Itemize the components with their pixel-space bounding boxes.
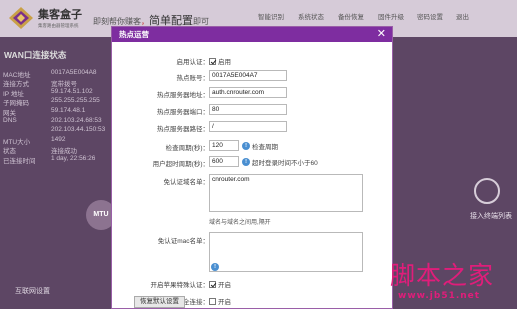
- nav-backup-restore[interactable]: 备份恢复: [338, 11, 364, 21]
- nav-password-settings[interactable]: 密码设置: [417, 11, 443, 21]
- nav-firmware-upgrade[interactable]: 固件升级: [378, 11, 404, 21]
- whitelist-domain-textarea[interactable]: cnrouter.com: [209, 174, 363, 212]
- watermark-text: 脚本之家: [390, 261, 495, 290]
- wan-row: DNS 202.103.24.68:53: [3, 117, 102, 124]
- ssl-text: 开启: [218, 299, 231, 306]
- enable-auth-label: 启用认证：: [176, 59, 210, 66]
- slogan-tail: 即可: [193, 17, 209, 26]
- enable-auth-checkbox[interactable]: [209, 57, 216, 65]
- wan-row: 连接方式 宽带拨号: [3, 81, 77, 88]
- apple-auth-checkbox[interactable]: [209, 280, 216, 288]
- server-path-label: 热点服务器路径：: [157, 126, 209, 133]
- whitelist-mac-label: 免认证mac名单：: [157, 238, 209, 245]
- nav-smart-detect[interactable]: 智能识别: [258, 11, 284, 21]
- info-icon: !: [242, 142, 250, 150]
- whitelist-domain-label: 免认证域名单：: [163, 179, 210, 186]
- whitelist-domain-note: 域名与域名之间用,隔开: [209, 220, 271, 226]
- wan-row: 网关 59.174.48.1: [3, 107, 86, 117]
- info-icon: !: [211, 263, 219, 271]
- timeout-input[interactable]: [209, 156, 239, 167]
- watermark-url: www.jb51.net: [398, 291, 481, 301]
- timeout-hint: 超时登录时间不小于60: [251, 160, 318, 167]
- reset-defaults-button[interactable]: 恢复默认设置: [134, 296, 185, 308]
- info-icon: !: [242, 158, 250, 166]
- wan-row: 状态 连接成功: [3, 148, 77, 155]
- check-period-label: 检查周期(秒)：: [165, 145, 209, 152]
- apple-auth-label: 开启苹果特殊认证：: [150, 282, 210, 289]
- nav-system-status[interactable]: 系统状态: [298, 11, 324, 21]
- server-address-label: 热点服务器地址：: [157, 92, 209, 99]
- server-address-input[interactable]: [209, 87, 287, 98]
- slogan-highlight: ，: [141, 17, 149, 26]
- wan-row: 子网掩码 255.255.255.255: [3, 97, 100, 107]
- timeout-label: 用户超时周期(秒)：: [152, 161, 209, 168]
- dialog-header: 热点运营 ✕: [112, 27, 392, 42]
- ssl-checkbox[interactable]: [209, 297, 216, 305]
- nav-logout[interactable]: 退出: [456, 11, 469, 21]
- logo-name: 集客盒子: [38, 9, 82, 21]
- check-period-input[interactable]: [209, 140, 239, 151]
- enable-auth-text: 启用: [218, 59, 231, 66]
- wan-status-title: WAN口连接状态: [4, 50, 67, 60]
- hotspot-id-input[interactable]: [209, 70, 287, 81]
- server-port-label: 热点服务器端口：: [157, 109, 209, 116]
- device-list-label[interactable]: 接入终端列表: [470, 211, 512, 221]
- wan-row: 已连接时间 1 day, 22:56:26: [3, 155, 96, 165]
- server-port-input[interactable]: [209, 104, 287, 115]
- whitelist-mac-textarea[interactable]: [209, 232, 363, 272]
- check-period-hint: 检查周期: [251, 144, 278, 151]
- hotspot-id-label: 热点账号：: [176, 75, 210, 82]
- logo-subtitle: 集客路由器管理系统: [38, 23, 79, 28]
- apple-auth-text: 开启: [218, 282, 231, 289]
- hotspot-dialog: 热点运营 ✕ 启用认证： 启用 热点账号： 热点服务器地址： 热点服务器端口： …: [111, 26, 393, 309]
- close-icon[interactable]: ✕: [377, 27, 386, 42]
- dialog-title: 热点运营: [119, 30, 149, 39]
- device-list-icon[interactable]: [474, 178, 500, 204]
- slogan-prefix: 即刻帮你赚客: [93, 17, 141, 26]
- logo-icon: [9, 7, 33, 29]
- server-path-input[interactable]: [209, 121, 287, 132]
- internet-settings-link[interactable]: 互联网设置: [15, 286, 50, 296]
